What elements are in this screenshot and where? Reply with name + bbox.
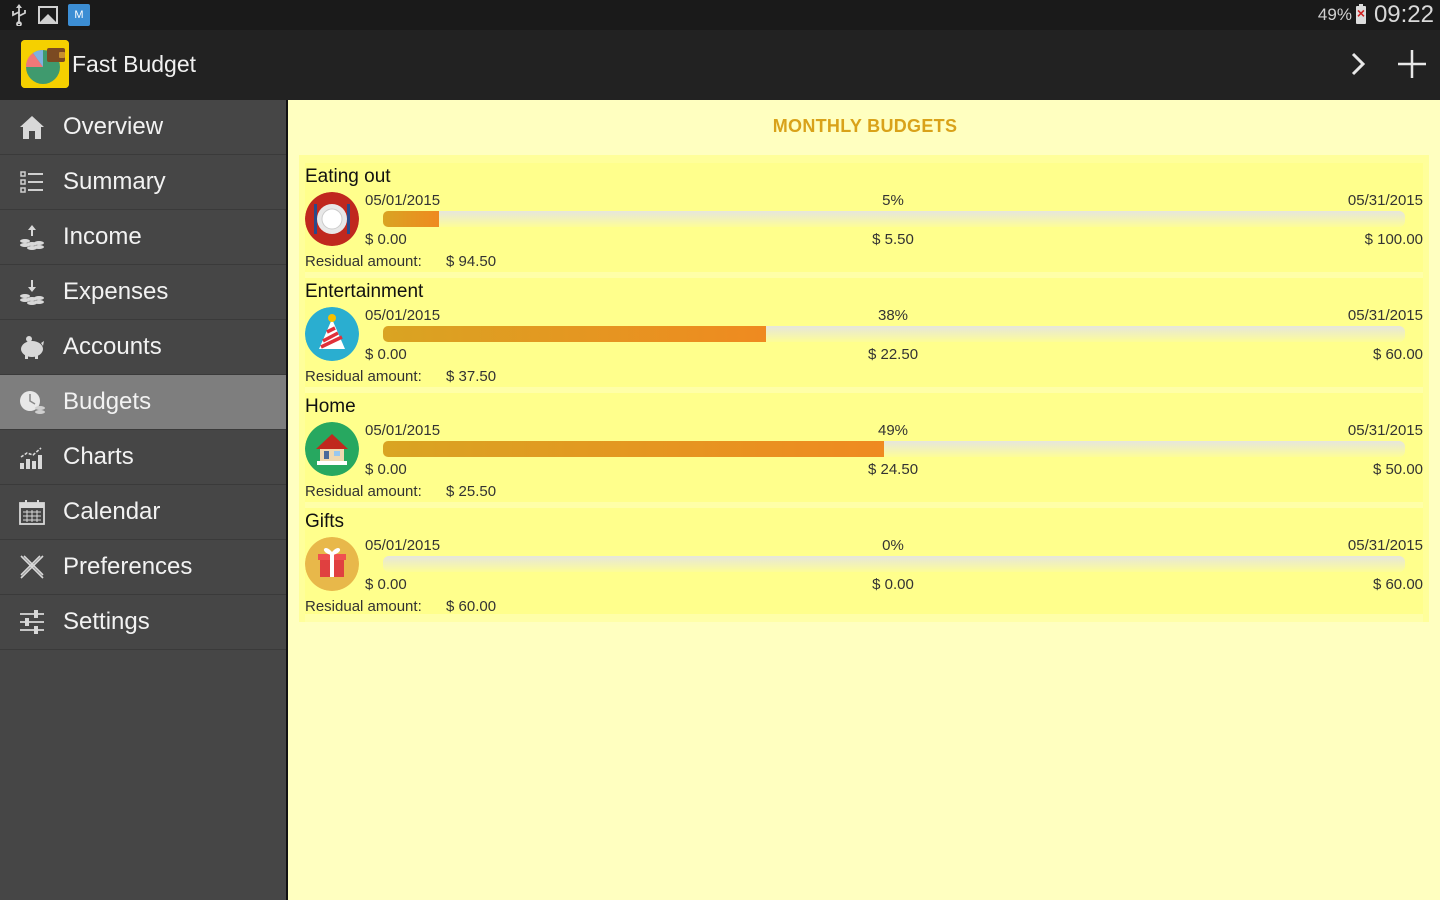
residual-amount: $ 37.50 xyxy=(446,368,497,385)
drawer-item-preferences[interactable]: Preferences xyxy=(0,540,286,595)
drawer-item-label: Accounts xyxy=(63,333,162,360)
budget-card[interactable]: Eating out 05/01/2015 5% 05/31/2015 $ 0.… xyxy=(305,163,1423,278)
coins-up-icon xyxy=(17,222,47,252)
drawer-item-calendar[interactable]: Calendar xyxy=(0,485,286,540)
residual-label: Residual amount: xyxy=(305,598,422,615)
drawer-item-accounts[interactable]: Accounts xyxy=(0,320,286,375)
drawer-item-label: Budgets xyxy=(63,388,152,415)
progress-fill xyxy=(383,211,440,227)
drawer-item-label: Calendar xyxy=(63,498,161,525)
budgets-content: MONTHLY BUDGETS Eating out 05/01/2015 5%… xyxy=(290,100,1440,900)
chevron-right-icon xyxy=(1351,52,1366,76)
clock: 09:22 xyxy=(1373,1,1434,28)
max-amount: $ 60.00 xyxy=(1372,346,1423,363)
end-date: 05/31/2015 xyxy=(1347,537,1423,554)
bar-chart-icon xyxy=(17,442,47,472)
coins-down-icon xyxy=(17,277,47,307)
drawer-item-overview[interactable]: Overview xyxy=(0,100,286,155)
drawer-item-label: Summary xyxy=(63,168,166,195)
image-icon xyxy=(38,6,58,24)
battery-percent: 49% xyxy=(1317,5,1352,24)
drawer-item-label: Charts xyxy=(63,443,134,470)
residual-label: Residual amount: xyxy=(305,253,422,270)
end-date: 05/31/2015 xyxy=(1347,307,1423,324)
max-amount: $ 60.00 xyxy=(1372,576,1423,593)
calendar-icon xyxy=(17,497,47,527)
residual-amount: $ 94.50 xyxy=(446,253,497,270)
max-amount: $ 100.00 xyxy=(1364,231,1423,248)
drawer-item-label: Income xyxy=(63,223,142,250)
plate-cutlery-icon xyxy=(305,192,359,246)
drawer-item-settings[interactable]: Settings xyxy=(0,595,286,650)
budget-name: Eating out xyxy=(305,166,391,187)
budget-name: Home xyxy=(305,396,356,417)
progress-bar xyxy=(383,326,1405,342)
progress-bar xyxy=(383,556,1405,572)
m-app-icon: M xyxy=(68,4,90,26)
drawer-item-charts[interactable]: Charts xyxy=(0,430,286,485)
status-bar: M 49% 09:22 xyxy=(0,0,1440,30)
budget-card[interactable]: Gifts 05/01/2015 0% 05/31/2015 $ 0.00 $ … xyxy=(305,508,1423,622)
progress-bar xyxy=(383,441,1405,457)
app-title: Fast Budget xyxy=(72,51,197,77)
drawer-item-expenses[interactable]: Expenses xyxy=(0,265,286,320)
clock-coins-icon xyxy=(17,387,47,417)
progress-fill xyxy=(383,326,767,342)
start-date: 05/01/2015 xyxy=(365,422,441,439)
budget-list: Eating out 05/01/2015 5% 05/31/2015 $ 0.… xyxy=(299,155,1429,622)
app-logo-icon[interactable] xyxy=(21,40,69,88)
action-bar: Fast Budget xyxy=(0,30,1440,100)
residual-amount: $ 60.00 xyxy=(446,598,497,615)
pencil-ruler-icon xyxy=(17,552,47,582)
sliders-icon xyxy=(17,607,47,637)
party-hat-icon xyxy=(305,307,359,361)
drawer-item-income[interactable]: Income xyxy=(0,210,286,265)
next-button[interactable] xyxy=(1340,46,1376,82)
add-button[interactable] xyxy=(1394,46,1430,82)
usb-icon xyxy=(12,4,26,26)
min-amount: $ 0.00 xyxy=(365,461,407,478)
budget-card[interactable]: Entertainment 05/01/2015 38% 05/31/2015 … xyxy=(305,278,1423,393)
drawer-item-summary[interactable]: Summary xyxy=(0,155,286,210)
budget-name: Gifts xyxy=(305,511,345,532)
plus-icon xyxy=(1398,50,1426,78)
drawer-item-label: Expenses xyxy=(63,278,169,305)
home-icon xyxy=(17,112,47,142)
battery-icon xyxy=(1355,4,1366,24)
min-amount: $ 0.00 xyxy=(365,346,407,363)
drawer-item-label: Preferences xyxy=(63,553,193,580)
end-date: 05/31/2015 xyxy=(1347,192,1423,209)
piggy-bank-icon xyxy=(17,332,47,362)
residual-amount: $ 25.50 xyxy=(446,483,497,500)
drawer-item-label: Overview xyxy=(63,113,164,140)
budget-card[interactable]: Home 05/01/2015 49% 05/31/2015 $ 0.00 $ … xyxy=(305,393,1423,508)
min-amount: $ 0.00 xyxy=(365,231,407,248)
residual-label: Residual amount: xyxy=(305,368,422,385)
page-title: MONTHLY BUDGETS xyxy=(772,116,958,136)
start-date: 05/01/2015 xyxy=(365,192,441,209)
start-date: 05/01/2015 xyxy=(365,307,441,324)
navigation-drawer: Overview Summary Income Expenses Account… xyxy=(0,100,288,900)
progress-fill xyxy=(383,441,884,457)
start-date: 05/01/2015 xyxy=(365,537,441,554)
house-icon xyxy=(305,422,359,476)
max-amount: $ 50.00 xyxy=(1372,461,1423,478)
gift-icon xyxy=(305,537,359,591)
min-amount: $ 0.00 xyxy=(365,576,407,593)
drawer-item-budgets[interactable]: Budgets xyxy=(0,375,286,430)
residual-label: Residual amount: xyxy=(305,483,422,500)
budget-name: Entertainment xyxy=(305,281,424,302)
progress-bar xyxy=(383,211,1405,227)
end-date: 05/31/2015 xyxy=(1347,422,1423,439)
drawer-item-label: Settings xyxy=(63,608,150,635)
list-icon xyxy=(17,167,47,197)
